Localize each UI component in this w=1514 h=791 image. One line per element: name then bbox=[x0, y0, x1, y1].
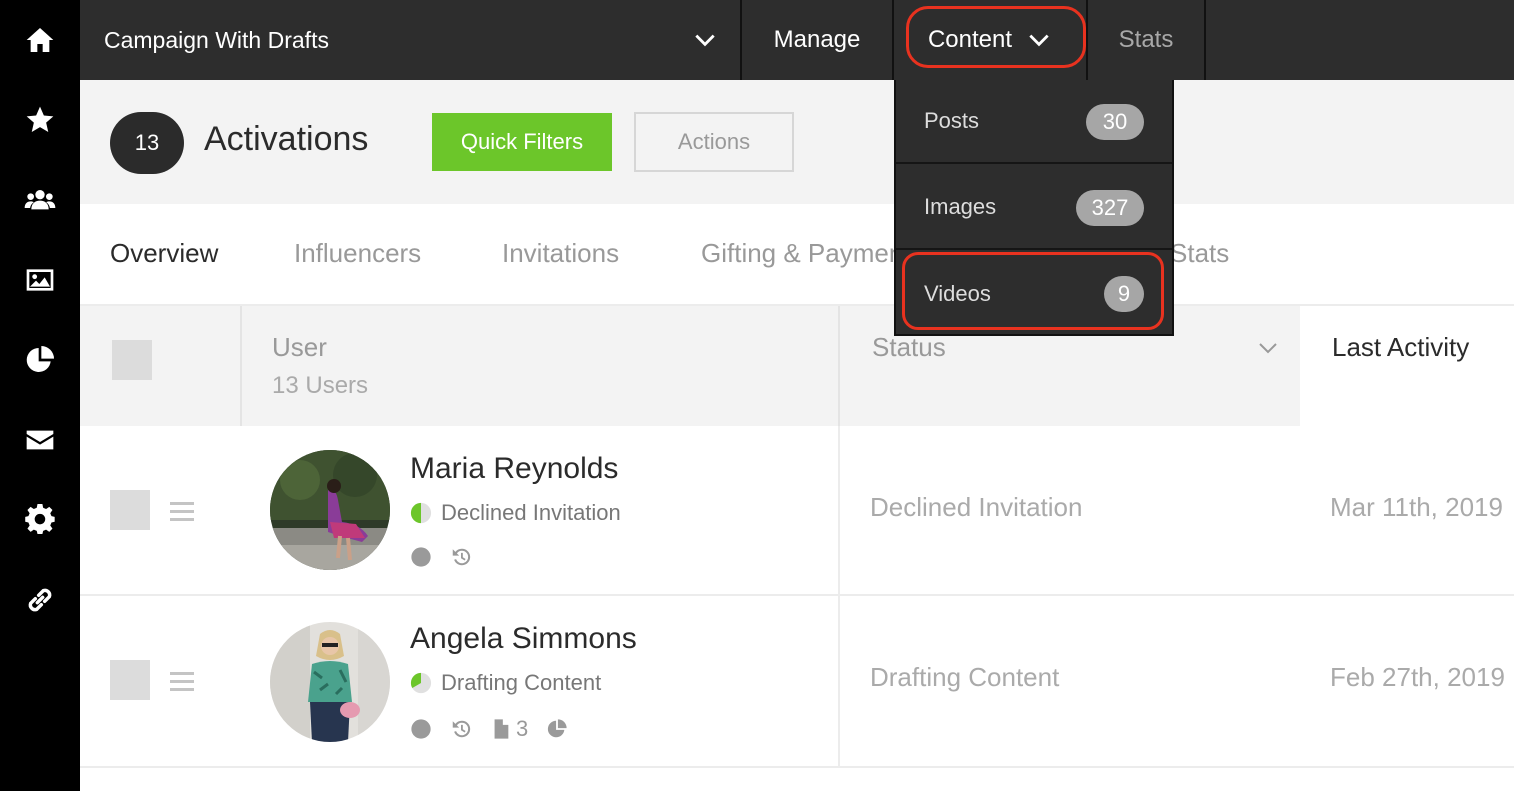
status-cell: Declined Invitation bbox=[870, 492, 1083, 522]
count-badge: 9 bbox=[1104, 276, 1144, 312]
nav-stats[interactable]: Stats bbox=[1086, 0, 1206, 80]
users-icon[interactable] bbox=[22, 182, 58, 218]
column-divider bbox=[838, 426, 840, 594]
influencer-status-label: Declined Invitation bbox=[441, 500, 621, 525]
last-activity-cell: Feb 27th, 2019 bbox=[1330, 662, 1505, 692]
menu-item-label: Posts bbox=[924, 108, 980, 133]
campaign-title: Campaign With Drafts bbox=[104, 26, 329, 53]
column-divider bbox=[838, 596, 840, 766]
nav-content[interactable]: Content bbox=[892, 0, 1088, 80]
last-activity-cell: Mar 11th, 2019 bbox=[1330, 492, 1503, 522]
drag-handle-icon[interactable] bbox=[170, 672, 194, 692]
column-user[interactable]: User bbox=[272, 332, 327, 363]
tab-overview[interactable]: Overview bbox=[110, 238, 218, 269]
menu-item-images[interactable]: Images 327 bbox=[896, 166, 1172, 250]
tab-stats[interactable]: Stats bbox=[1170, 238, 1229, 269]
check-circle-icon bbox=[411, 719, 431, 739]
quick-filters-button[interactable]: Quick Filters bbox=[432, 113, 612, 171]
influencer-status-label: Drafting Content bbox=[441, 670, 602, 695]
progress-pie-icon bbox=[410, 502, 432, 524]
chevron-down-icon[interactable] bbox=[1256, 336, 1280, 360]
influencer-name[interactable]: Angela Simmons bbox=[410, 622, 637, 656]
avatar[interactable] bbox=[270, 622, 390, 742]
nav-stats-label: Stats bbox=[1118, 26, 1174, 53]
progress-pie-icon bbox=[410, 672, 432, 694]
row-indicators: 3 bbox=[410, 716, 586, 742]
table-row[interactable]: Maria Reynolds Declined Invitation Decli… bbox=[80, 426, 1514, 596]
tab-influencers[interactable]: Influencers bbox=[294, 238, 421, 269]
tab-bar: Overview Influencers Invitations Gifting… bbox=[80, 204, 1514, 306]
table-row[interactable]: Angela Simmons Drafting Content 3 Drafti… bbox=[80, 596, 1514, 768]
link-icon[interactable] bbox=[22, 582, 58, 618]
column-status[interactable]: Status bbox=[872, 332, 946, 363]
influencer-status: Declined Invitation bbox=[410, 500, 621, 526]
row-checkbox[interactable] bbox=[110, 660, 150, 700]
column-divider bbox=[240, 306, 242, 426]
chevron-down-icon bbox=[1029, 34, 1049, 47]
actions-button[interactable]: Actions bbox=[634, 112, 794, 172]
page-title: Activations bbox=[204, 120, 369, 158]
activation-count-badge: 13 bbox=[110, 112, 184, 174]
influencer-name[interactable]: Maria Reynolds bbox=[410, 452, 618, 486]
nav-manage[interactable]: Manage bbox=[740, 0, 894, 80]
home-icon[interactable] bbox=[22, 22, 58, 58]
menu-item-videos[interactable]: Videos 9 bbox=[896, 252, 1172, 336]
pie-chart-icon bbox=[548, 719, 567, 738]
history-icon bbox=[452, 548, 471, 566]
chevron-down-icon bbox=[695, 34, 715, 47]
file-icon bbox=[494, 719, 509, 739]
influencer-status: Drafting Content bbox=[410, 670, 601, 696]
content-dropdown-menu: Posts 30 Images 327 Videos 9 bbox=[894, 80, 1174, 336]
check-circle-icon bbox=[411, 547, 431, 567]
status-cell: Drafting Content bbox=[870, 662, 1060, 692]
star-icon[interactable] bbox=[22, 102, 58, 138]
tab-gifting-payments[interactable]: Gifting & Payments bbox=[701, 238, 924, 269]
count-badge: 327 bbox=[1076, 190, 1144, 226]
nav-content-label: Content bbox=[927, 26, 1013, 53]
page-header: 13 Activations Quick Filters Actions bbox=[80, 80, 1514, 204]
avatar[interactable] bbox=[270, 450, 390, 570]
select-all-checkbox[interactable] bbox=[112, 340, 152, 380]
menu-item-label: Videos bbox=[924, 281, 991, 306]
column-last-activity[interactable]: Last Activity bbox=[1300, 306, 1514, 426]
history-icon bbox=[452, 720, 471, 738]
table-header: User 13 Users Status Last Activity bbox=[80, 306, 1514, 426]
pie-chart-icon[interactable] bbox=[22, 342, 58, 378]
left-sidebar bbox=[0, 0, 80, 791]
tab-invitations[interactable]: Invitations bbox=[502, 238, 619, 269]
campaign-selector[interactable]: Campaign With Drafts bbox=[80, 0, 740, 80]
mail-icon[interactable] bbox=[22, 422, 58, 458]
gear-icon[interactable] bbox=[22, 502, 58, 538]
file-count: 3 bbox=[516, 716, 529, 741]
menu-item-posts[interactable]: Posts 30 bbox=[896, 80, 1172, 164]
menu-item-label: Images bbox=[924, 194, 997, 219]
top-bar: Campaign With Drafts Manage Content Stat… bbox=[80, 0, 1514, 80]
column-divider bbox=[838, 306, 840, 426]
count-badge: 30 bbox=[1086, 104, 1144, 140]
user-count: 13 Users bbox=[272, 372, 369, 399]
drag-handle-icon[interactable] bbox=[170, 502, 194, 522]
row-indicators bbox=[410, 546, 490, 568]
nav-manage-label: Manage bbox=[773, 26, 861, 53]
image-icon[interactable] bbox=[22, 262, 58, 298]
row-checkbox[interactable] bbox=[110, 490, 150, 530]
